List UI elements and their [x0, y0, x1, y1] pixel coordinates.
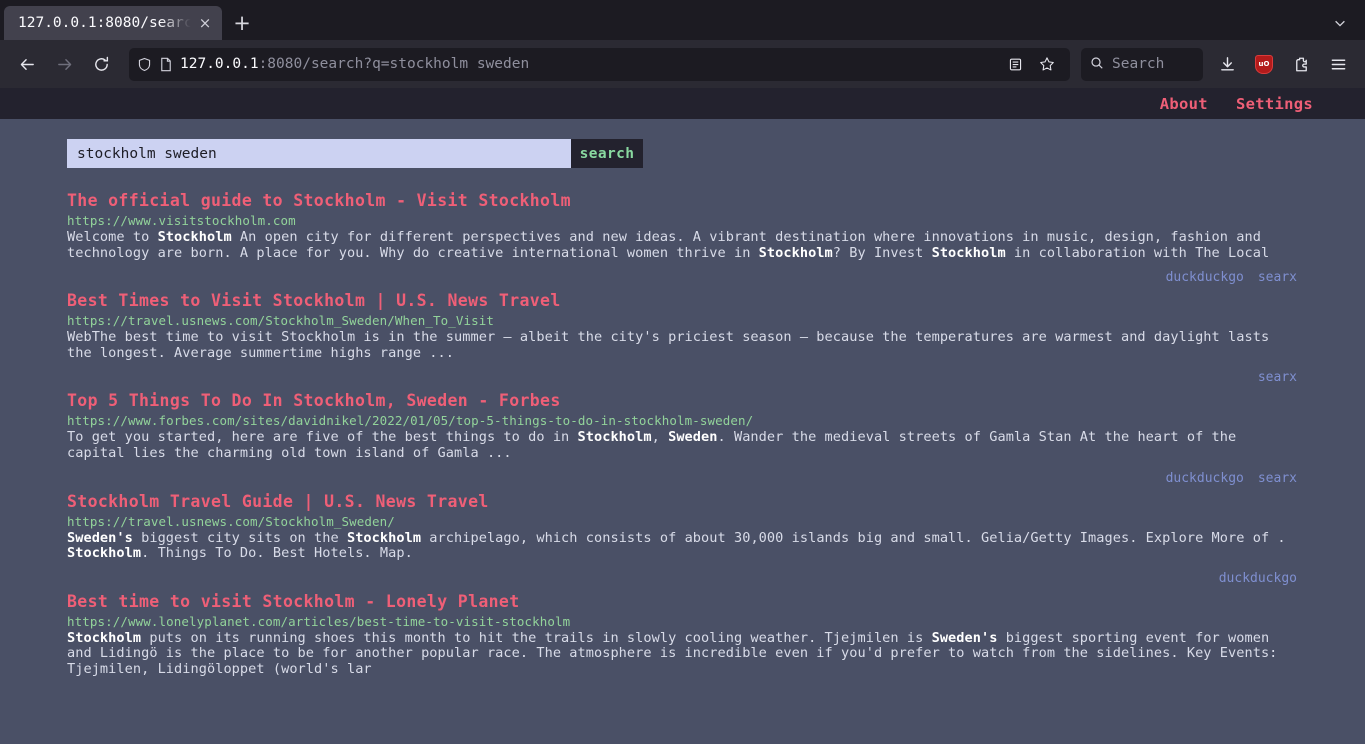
list-all-tabs-icon[interactable]	[1319, 6, 1361, 40]
site-header: About Settings	[0, 88, 1365, 119]
result-engines: duckduckgo searx	[67, 471, 1297, 487]
reader-view-icon[interactable]	[1000, 48, 1030, 80]
search-icon	[1090, 55, 1104, 74]
close-icon[interactable]: ×	[196, 15, 214, 31]
hamburger-menu-icon[interactable]	[1321, 48, 1355, 80]
extension-badge: uO	[1255, 54, 1273, 74]
shield-icon[interactable]	[137, 57, 152, 72]
forward-arrow-icon	[47, 48, 81, 80]
result-item: Best time to visit Stockholm - Lonely Pl…	[67, 592, 1293, 703]
back-arrow-icon[interactable]	[10, 48, 44, 80]
result-url[interactable]: https://www.visitstockholm.com	[67, 213, 1293, 228]
browser-chrome: 127.0.0.1:8080/search × + 127.0.0.1:8080…	[0, 0, 1365, 88]
extensions-puzzle-icon[interactable]	[1284, 48, 1318, 80]
result-title-link[interactable]: Stockholm Travel Guide | U.S. News Trave…	[67, 492, 489, 511]
bookmark-star-icon[interactable]	[1032, 48, 1062, 80]
tab-title: 127.0.0.1:8080/search	[18, 15, 196, 31]
downloads-icon[interactable]	[1210, 48, 1244, 80]
result-item: Best Times to Visit Stockholm | U.S. New…	[67, 291, 1297, 386]
engine-tag: duckduckgo	[1218, 570, 1297, 586]
result-url[interactable]: https://www.forbes.com/sites/davidnikel/…	[67, 413, 1293, 428]
url-path: :8080/search?q=stockholm sweden	[258, 56, 530, 72]
result-item: The official guide to Stockholm - Visit …	[67, 191, 1297, 286]
search-form: search	[67, 139, 643, 168]
url-text: 127.0.0.1:8080/search?q=stockholm sweden	[180, 56, 993, 72]
navigation-toolbar: 127.0.0.1:8080/search?q=stockholm sweden	[0, 40, 1365, 88]
nav-link-settings[interactable]: Settings	[1236, 95, 1313, 113]
result-url[interactable]: https://travel.usnews.com/Stockholm_Swed…	[67, 313, 1293, 328]
new-tab-button[interactable]: +	[222, 6, 262, 40]
result-url[interactable]: https://www.lonelyplanet.com/articles/be…	[67, 614, 1293, 629]
engine-tag: duckduckgo	[1165, 470, 1244, 486]
page-document-icon[interactable]	[159, 57, 173, 72]
reload-icon[interactable]	[84, 48, 118, 80]
result-snippet: Stockholm puts on its running shoes this…	[67, 629, 1278, 677]
result-url[interactable]: https://travel.usnews.com/Stockholm_Swed…	[67, 514, 1293, 529]
result-engines	[67, 687, 1297, 703]
browser-search-placeholder: Search	[1112, 56, 1165, 72]
search-submit-button[interactable]: search	[571, 139, 643, 168]
tab-strip: 127.0.0.1:8080/search × +	[0, 0, 1365, 40]
search-input[interactable]	[67, 139, 571, 168]
result-snippet: WebThe best time to visit Stockholm is i…	[67, 329, 1270, 361]
result-title-link[interactable]: Best Times to Visit Stockholm | U.S. New…	[67, 291, 561, 310]
url-bar[interactable]: 127.0.0.1:8080/search?q=stockholm sweden	[129, 47, 1070, 81]
result-engines: searx	[67, 370, 1297, 386]
nav-link-about[interactable]: About	[1160, 95, 1208, 113]
result-engines: duckduckgo searx	[67, 270, 1297, 286]
result-item: Top 5 Things To Do In Stockholm, Sweden …	[67, 391, 1297, 486]
result-title-link[interactable]: The official guide to Stockholm - Visit …	[67, 191, 571, 210]
urlbar-actions	[1000, 48, 1062, 80]
url-host: 127.0.0.1	[180, 56, 259, 72]
engine-tag: searx	[1257, 470, 1297, 486]
engine-tag: duckduckgo	[1165, 270, 1244, 286]
browser-tab[interactable]: 127.0.0.1:8080/search ×	[4, 6, 222, 40]
result-snippet: Sweden's biggest city sits on the Stockh…	[67, 529, 1286, 562]
result-snippet: To get you started, here are five of the…	[67, 429, 1237, 461]
engine-tag: searx	[1257, 370, 1297, 386]
result-title-link[interactable]: Top 5 Things To Do In Stockholm, Sweden …	[67, 391, 561, 410]
searx-page: About Settings search The official guide…	[0, 88, 1365, 744]
ublock-extension-icon[interactable]: uO	[1247, 48, 1281, 80]
result-title-link[interactable]: Best time to visit Stockholm - Lonely Pl…	[67, 592, 520, 611]
result-snippet: Welcome to Stockholm An open city for di…	[67, 229, 1270, 261]
engine-tag: searx	[1257, 270, 1297, 286]
browser-search-box[interactable]: Search	[1081, 47, 1203, 81]
results-list: The official guide to Stockholm - Visit …	[0, 191, 1365, 703]
result-item: Stockholm Travel Guide | U.S. News Trave…	[67, 492, 1297, 587]
result-engines: duckduckgo	[67, 571, 1297, 587]
